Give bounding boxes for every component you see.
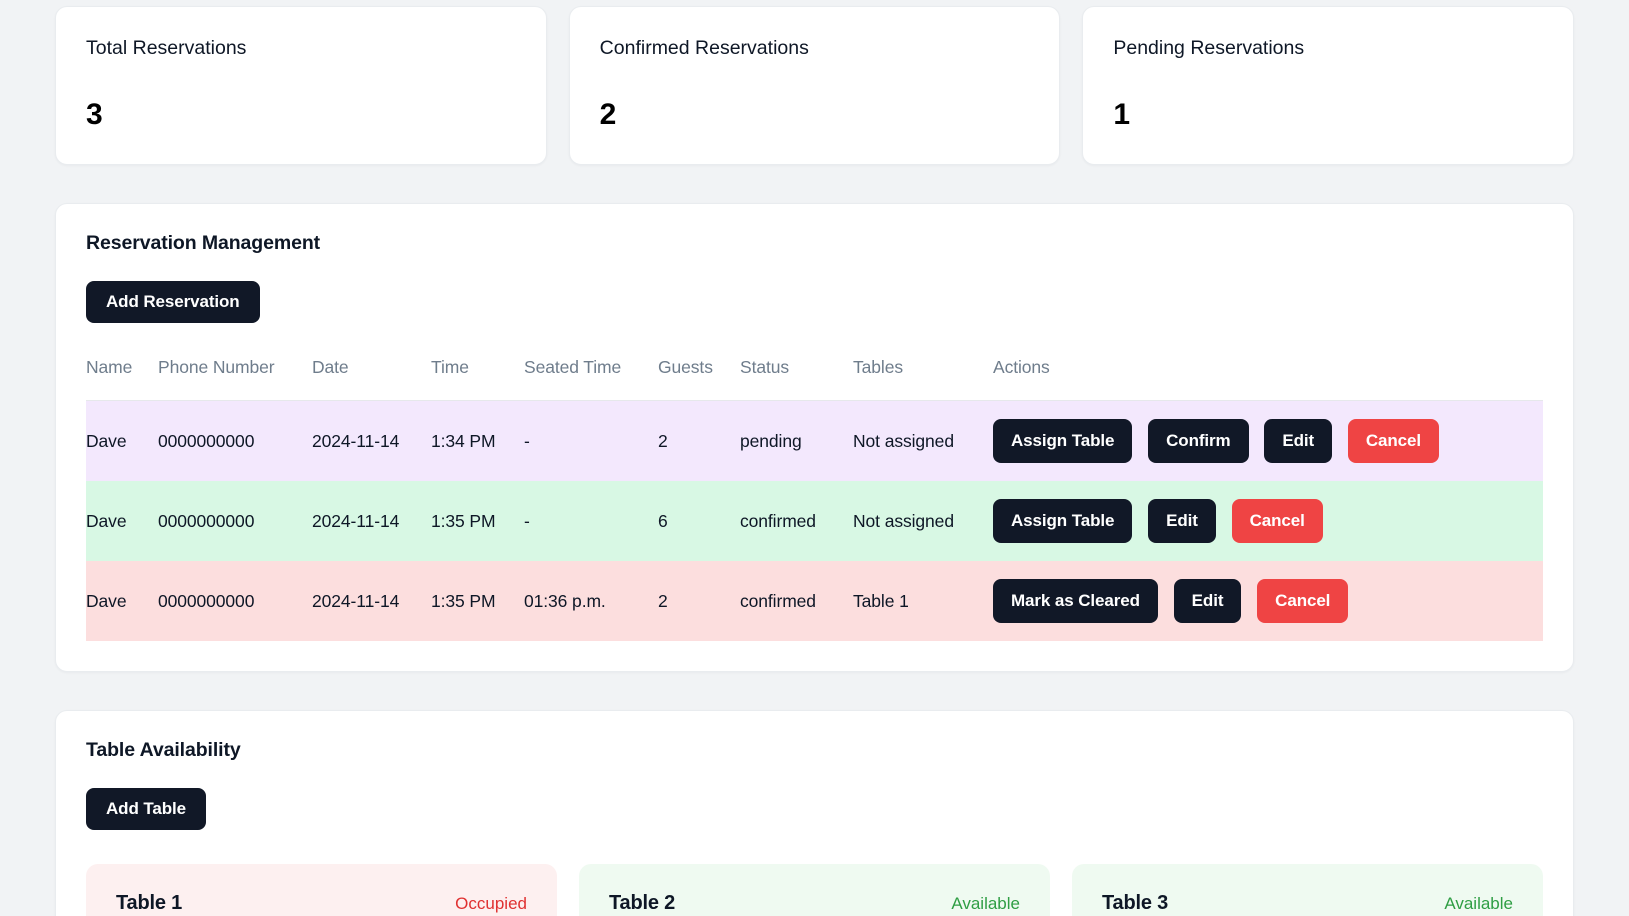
column-header-status: Status	[740, 357, 853, 402]
stat-card-total-reservations: Total Reservations 3	[55, 6, 547, 166]
column-header-actions: Actions	[993, 357, 1543, 402]
dashboard-page: Total Reservations 3 Confirmed Reservati…	[0, 0, 1629, 916]
mark-as-cleared-button[interactable]: Mark as Cleared	[993, 579, 1158, 624]
reservation-management-panel: Reservation Management Add Reservation N…	[55, 203, 1574, 673]
edit-button[interactable]: Edit	[1148, 499, 1216, 544]
table-card-table-2[interactable]: Table 2 Available Seats: 4	[579, 864, 1050, 916]
stat-title: Confirmed Reservations	[599, 37, 809, 59]
status-badge: Occupied	[455, 894, 527, 914]
column-header-name: Name	[86, 357, 158, 402]
edit-button[interactable]: Edit	[1173, 579, 1242, 624]
cell-status: confirmed	[740, 561, 853, 642]
cell-name: Dave	[86, 561, 158, 642]
column-header-phone-number: Phone Number	[158, 357, 312, 402]
status-badge: Available	[1444, 894, 1513, 914]
edit-button[interactable]: Edit	[1264, 419, 1333, 464]
confirm-button[interactable]: Confirm	[1148, 419, 1249, 464]
column-header-seated-time: Seated Time	[524, 357, 658, 402]
cell-seated-time: -	[524, 400, 658, 482]
reservations-table: Name Phone Number Date Time Seated Time …	[86, 357, 1543, 642]
column-header-time: Time	[431, 357, 524, 402]
cell-phone-number: 0000000000	[158, 481, 312, 562]
cell-guests: 6	[658, 481, 740, 562]
stat-value: 3	[86, 98, 103, 132]
stat-card-pending-reservations: Pending Reservations 1	[1082, 6, 1575, 166]
table-card-table-3[interactable]: Table 3 Available Seats: 4	[1072, 864, 1543, 916]
column-header-tables: Tables	[853, 357, 993, 402]
cell-status: confirmed	[740, 481, 853, 562]
cancel-button[interactable]: Cancel	[1347, 419, 1439, 464]
reservations-table-body: Dave 0000000000 2024-11-14 1:34 PM - 2 p…	[86, 400, 1543, 642]
cell-phone-number: 0000000000	[158, 561, 312, 642]
cell-tables: Table 1	[853, 561, 993, 642]
stat-value: 2	[599, 98, 617, 132]
stats-row: Total Reservations 3 Confirmed Reservati…	[0, 0, 1629, 166]
table-card-table-1[interactable]: Table 1 Occupied Seats: 2	[86, 864, 557, 916]
table-row: Dave 0000000000 2024-11-14 1:34 PM - 2 p…	[86, 400, 1543, 482]
add-reservation-button[interactable]: Add Reservation	[86, 281, 260, 324]
page-title-table-availability: Table Availability	[86, 739, 241, 762]
assign-table-button[interactable]: Assign Table	[993, 499, 1133, 544]
table-card-head: Table 2 Available	[609, 892, 1020, 915]
stat-card-confirmed-reservations: Confirmed Reservations 2	[568, 6, 1061, 166]
cell-time: 1:34 PM	[431, 400, 524, 482]
cancel-button[interactable]: Cancel	[1231, 499, 1323, 544]
table-row: Dave 0000000000 2024-11-14 1:35 PM 01:36…	[86, 561, 1543, 642]
stat-value: 1	[1113, 98, 1131, 132]
cell-guests: 2	[658, 561, 740, 642]
cell-tables: Not assigned	[853, 481, 993, 562]
stat-title: Total Reservations	[86, 37, 247, 59]
cell-name: Dave	[86, 481, 158, 562]
table-card-head: Table 3 Available	[1102, 892, 1513, 915]
cell-date: 2024-11-14	[312, 400, 431, 482]
cell-seated-time: -	[524, 481, 658, 562]
cell-actions: Mark as Cleared Edit Cancel	[993, 561, 1543, 642]
table-header-row: Name Phone Number Date Time Seated Time …	[86, 357, 1543, 402]
cell-tables: Not assigned	[853, 400, 993, 482]
cell-time: 1:35 PM	[431, 561, 524, 642]
page-title-reservation-management: Reservation Management	[86, 232, 321, 255]
cell-phone-number: 0000000000	[158, 400, 312, 482]
table-card-name: Table 2	[609, 892, 676, 915]
add-table-button-wrap: Add Table	[86, 788, 1543, 831]
table-card-name: Table 3	[1102, 892, 1169, 915]
cell-name: Dave	[86, 400, 158, 482]
column-header-guests: Guests	[658, 357, 740, 402]
table-card-head: Table 1 Occupied	[116, 892, 527, 915]
cancel-button[interactable]: Cancel	[1257, 579, 1349, 624]
cell-actions: Assign Table Edit Cancel	[993, 481, 1543, 562]
assign-table-button[interactable]: Assign Table	[993, 419, 1133, 464]
cell-date: 2024-11-14	[312, 561, 431, 642]
add-table-button[interactable]: Add Table	[86, 788, 207, 831]
tables-grid: Table 1 Occupied Seats: 2 Table 2 Availa…	[86, 864, 1543, 916]
cell-seated-time: 01:36 p.m.	[524, 561, 658, 642]
cell-actions: Assign Table Confirm Edit Cancel	[993, 400, 1543, 482]
stat-title: Pending Reservations	[1113, 37, 1305, 59]
cell-status: pending	[740, 400, 853, 482]
add-reservation-button-wrap: Add Reservation	[86, 281, 1543, 324]
status-badge: Available	[951, 894, 1020, 914]
table-row: Dave 0000000000 2024-11-14 1:35 PM - 6 c…	[86, 481, 1543, 562]
table-card-name: Table 1	[116, 892, 183, 915]
cell-time: 1:35 PM	[431, 481, 524, 562]
column-header-date: Date	[312, 357, 431, 402]
reservations-table-head: Name Phone Number Date Time Seated Time …	[86, 357, 1543, 402]
cell-date: 2024-11-14	[312, 481, 431, 562]
cell-guests: 2	[658, 400, 740, 482]
table-availability-panel: Table Availability Add Table Table 1 Occ…	[55, 710, 1574, 916]
